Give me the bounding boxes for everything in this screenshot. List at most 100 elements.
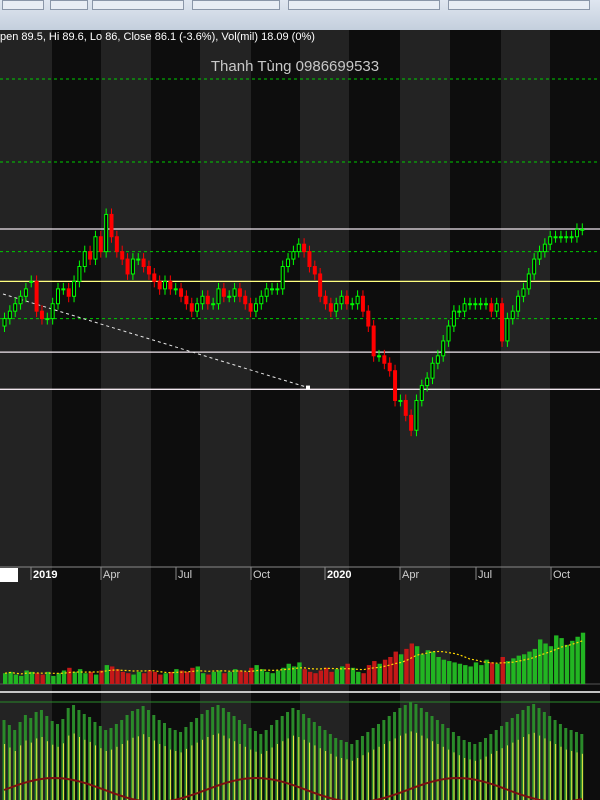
candle-body <box>163 280 167 290</box>
volume-bar <box>382 659 388 684</box>
candle-body <box>211 303 216 306</box>
candle-body <box>296 243 301 253</box>
volume-bar <box>222 673 227 684</box>
volume-bar <box>270 673 275 684</box>
candle-body <box>403 399 408 416</box>
candle-body <box>371 325 376 357</box>
volume-bar <box>115 669 120 684</box>
candle-body <box>200 295 205 305</box>
candle-body <box>387 362 392 372</box>
candle-body <box>39 310 44 320</box>
candle-body <box>532 258 537 275</box>
candle-body <box>173 288 178 291</box>
candle-body <box>339 295 344 305</box>
volume-bar <box>104 665 110 684</box>
candle-body <box>323 295 328 305</box>
candle-body <box>286 258 291 268</box>
volume-bar <box>457 663 463 684</box>
volume-bar <box>249 667 254 684</box>
candle-body <box>510 310 515 320</box>
volume-bar <box>77 669 83 684</box>
candle-body <box>307 251 312 268</box>
volume-bar <box>136 671 142 684</box>
volume-bar <box>543 643 548 684</box>
x-tick-label: Apr <box>103 569 120 581</box>
volume-bar <box>356 671 361 684</box>
candle-body <box>259 295 264 305</box>
candle-body <box>548 236 553 245</box>
volume-bar <box>527 651 532 684</box>
volume-bar <box>420 654 425 684</box>
candle-body <box>66 288 71 297</box>
volume-bar <box>366 665 372 684</box>
candle-body <box>360 295 365 312</box>
volume-bar <box>51 675 56 684</box>
volume-bar <box>35 673 40 684</box>
volume-bar <box>142 673 147 684</box>
candle-body <box>50 303 55 320</box>
x-tick-label: 2020 <box>327 569 351 581</box>
volume-bar <box>505 661 511 684</box>
volume-bar <box>3 673 8 684</box>
volume-bar <box>227 671 233 684</box>
volume-bar <box>564 644 570 684</box>
volume-bar <box>19 675 24 684</box>
candle-body <box>366 310 371 327</box>
candle-body <box>237 288 242 297</box>
volume-bar <box>334 669 340 684</box>
volume-bar <box>324 667 329 684</box>
volume-bar <box>495 663 500 684</box>
volume-bar <box>307 671 313 684</box>
candle-body <box>221 288 226 297</box>
volume-bar <box>217 670 222 684</box>
volume-bar <box>345 663 350 684</box>
candle-body <box>430 362 435 379</box>
candle-body <box>409 414 414 431</box>
candle-body <box>558 236 563 239</box>
volume-bar <box>72 671 77 684</box>
candle-body <box>344 295 349 305</box>
candle-body <box>377 355 381 358</box>
candle-body <box>382 355 387 364</box>
volume-bar <box>174 669 179 684</box>
candle-body <box>328 303 333 312</box>
candle-body <box>270 288 274 291</box>
volume-bar <box>83 673 88 684</box>
volume-bar <box>479 665 484 684</box>
candle-body <box>243 295 248 305</box>
volume-bar <box>559 638 564 684</box>
volume-bar <box>147 670 152 684</box>
volume-bar <box>131 674 136 684</box>
candle-body <box>350 303 355 306</box>
x-tick-label: Oct <box>553 569 570 581</box>
volume-bar <box>425 650 431 684</box>
volume-bar <box>243 671 249 684</box>
candle-body <box>45 318 50 321</box>
volume-bar <box>211 671 217 684</box>
volume-bar <box>538 639 543 684</box>
volume-bar <box>56 673 61 684</box>
candle-body <box>168 280 173 290</box>
volume-bar <box>521 654 527 684</box>
candle-body <box>505 318 510 342</box>
volume-bar <box>484 659 489 684</box>
candle-body <box>516 295 521 312</box>
volume-bar <box>99 670 104 684</box>
candle-body <box>88 251 93 260</box>
candle-body <box>462 303 467 312</box>
candle-body <box>104 213 109 253</box>
candle-body <box>312 266 317 275</box>
volume-bar <box>67 667 72 684</box>
volume-bar <box>184 671 190 684</box>
candle-body <box>56 288 60 305</box>
ohlc-readout: pen 89.5, Hi 89.6, Lo 86, Close 86.1 (-3… <box>0 31 315 43</box>
volume-bar <box>93 674 99 684</box>
volume-bar <box>313 673 318 684</box>
candle-body <box>500 303 505 342</box>
candle-body <box>275 288 280 291</box>
x-tick-label: Apr <box>402 569 419 581</box>
volume-bar <box>206 674 211 684</box>
candle-body <box>136 258 141 261</box>
volume-bar <box>158 674 163 684</box>
stock-chart[interactable]: 2019 Apr Jul Oct 2020 Apr Jul Oct <box>0 0 600 800</box>
